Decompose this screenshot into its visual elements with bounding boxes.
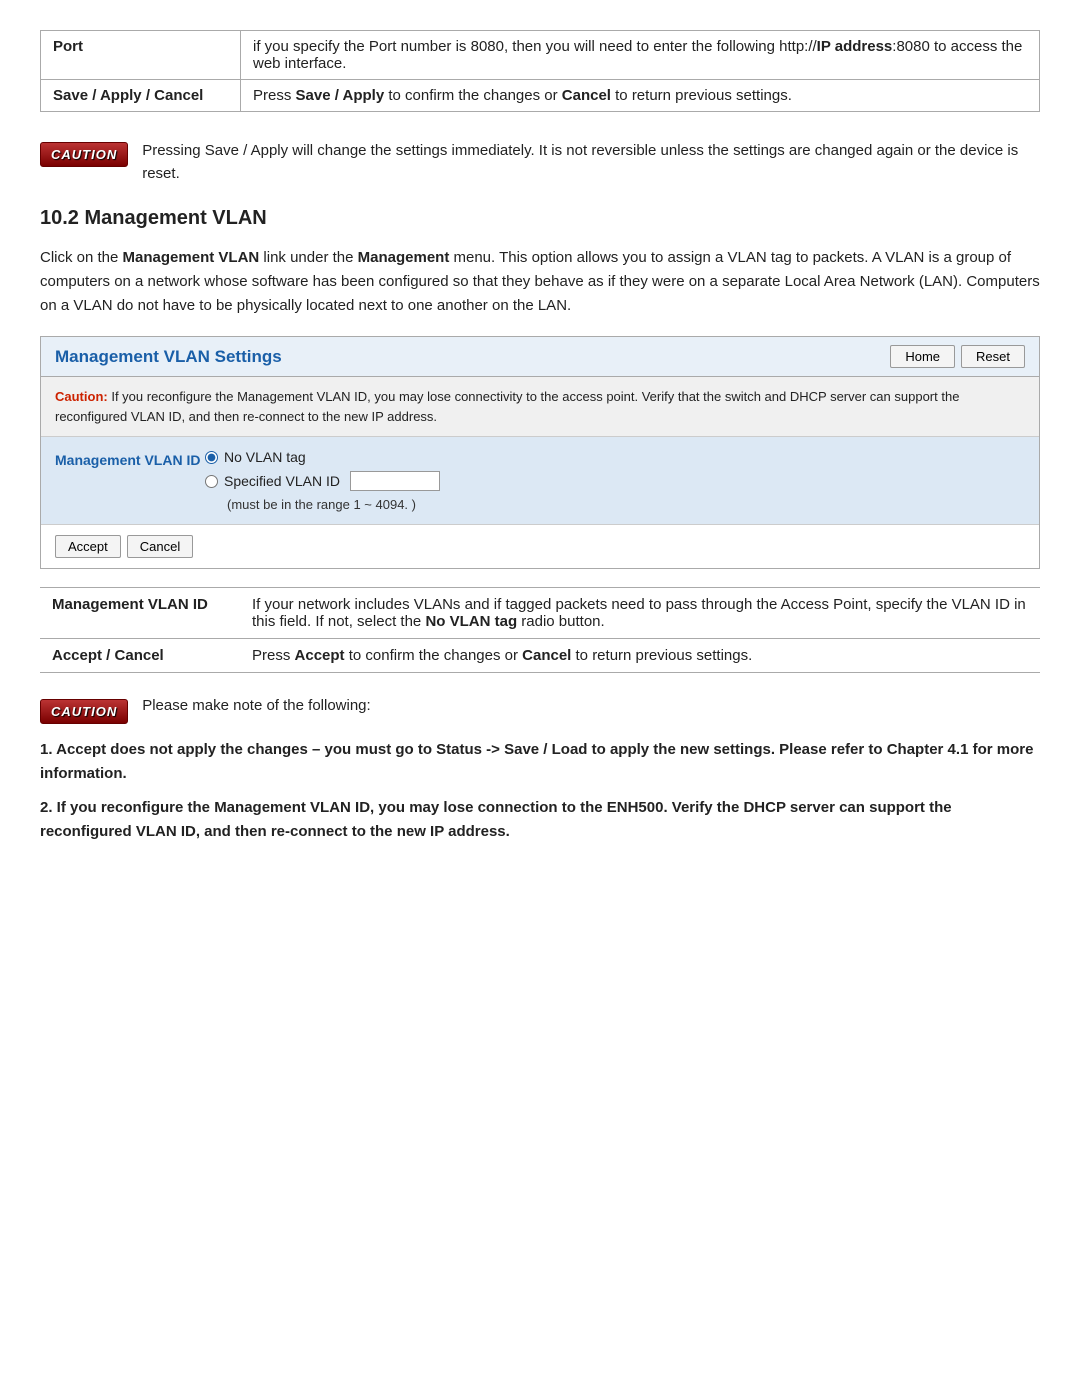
table-row: Management VLAN ID If your network inclu… xyxy=(40,588,1040,639)
accept-button[interactable]: Accept xyxy=(55,535,121,558)
table-row: Accept / Cancel Press Accept to confirm … xyxy=(40,639,1040,673)
top-info-table: Port if you specify the Port number is 8… xyxy=(40,30,1040,112)
mgmt-vlan-id-content: If your network includes VLANs and if ta… xyxy=(240,588,1040,639)
caution-badge-2: CAUTION xyxy=(40,699,128,724)
no-vlan-radio-text: No VLAN tag xyxy=(224,449,306,465)
panel-header: Management VLAN Settings Home Reset xyxy=(41,337,1039,377)
accept-cancel-row: Accept Cancel xyxy=(41,524,1039,568)
caution-inner-label: Caution: xyxy=(55,389,108,404)
table-row: Port if you specify the Port number is 8… xyxy=(41,31,1040,80)
save-apply-content: Press Save / Apply to confirm the change… xyxy=(241,80,1040,112)
caution-inner-box: Caution: If you reconfigure the Manageme… xyxy=(41,377,1039,437)
caution-badge-1: CAUTION xyxy=(40,142,128,167)
caution-block-2: CAUTION Please make note of the followin… xyxy=(40,697,1040,724)
body-paragraph: Click on the Management VLAN link under … xyxy=(40,246,1040,318)
specified-vlan-text: Specified VLAN ID xyxy=(224,473,340,489)
caution-inner-text: If you reconfigure the Management VLAN I… xyxy=(55,389,959,424)
mgmt-vlan-id-label: Management VLAN ID xyxy=(40,588,240,639)
cancel-button[interactable]: Cancel xyxy=(127,535,193,558)
table-row: Save / Apply / Cancel Press Save / Apply… xyxy=(41,80,1040,112)
port-content: if you specify the Port number is 8080, … xyxy=(241,31,1040,80)
numbered-item-1: 1. Accept does not apply the changes – y… xyxy=(40,738,1040,786)
no-vlan-radio-label[interactable]: No VLAN tag xyxy=(205,449,440,465)
caution-block-1: CAUTION Pressing Save / Apply will chang… xyxy=(40,140,1040,185)
panel-title: Management VLAN Settings xyxy=(55,347,282,367)
caution-text-1: Pressing Save / Apply will change the se… xyxy=(142,140,1040,185)
caution2-text: Please make note of the following: xyxy=(142,697,370,714)
accept-cancel-label: Accept / Cancel xyxy=(40,639,240,673)
save-apply-label: Save / Apply / Cancel xyxy=(41,80,241,112)
accept-cancel-content: Press Accept to confirm the changes or C… xyxy=(240,639,1040,673)
specified-vlan-radio[interactable] xyxy=(205,475,218,488)
section-heading: 10.2 Management VLAN xyxy=(40,207,1040,230)
vlan-range-note: (must be in the range 1 ~ 4094. ) xyxy=(227,497,440,512)
vlan-id-label: Management VLAN ID xyxy=(55,449,205,471)
panel-buttons: Home Reset xyxy=(890,345,1025,368)
no-vlan-radio[interactable] xyxy=(205,451,218,464)
vlan-id-row: Management VLAN ID No VLAN tag Specified… xyxy=(41,437,1039,524)
info-table: Management VLAN ID If your network inclu… xyxy=(40,587,1040,673)
vlan-id-options: No VLAN tag Specified VLAN ID (must be i… xyxy=(205,449,440,512)
specified-vlan-radio-label[interactable]: Specified VLAN ID xyxy=(205,471,440,491)
vlan-id-input[interactable] xyxy=(350,471,440,491)
reset-button[interactable]: Reset xyxy=(961,345,1025,368)
management-vlan-panel: Management VLAN Settings Home Reset Caut… xyxy=(40,336,1040,569)
home-button[interactable]: Home xyxy=(890,345,955,368)
port-label: Port xyxy=(41,31,241,80)
numbered-item-2: 2. If you reconfigure the Management VLA… xyxy=(40,796,1040,844)
